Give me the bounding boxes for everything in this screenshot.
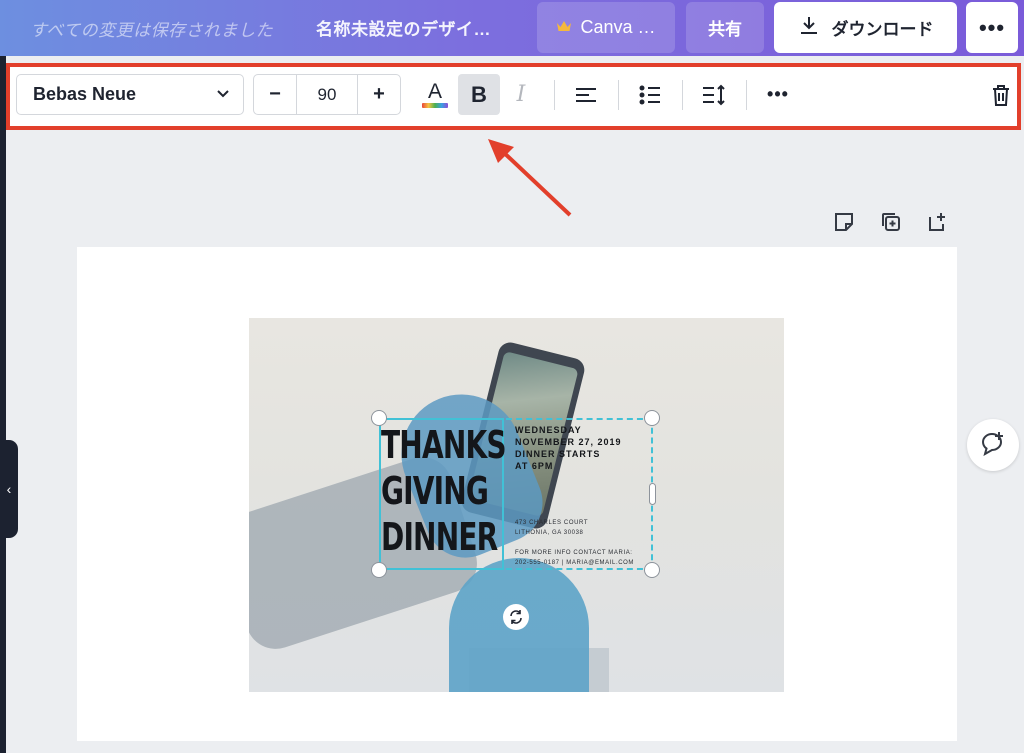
page-notes-icon[interactable]	[832, 210, 856, 234]
line-spacing-icon[interactable]	[693, 74, 735, 115]
increase-font-size-button[interactable]: +	[358, 75, 400, 114]
event-title-text[interactable]: THANKS GIVING DINNER	[381, 422, 507, 560]
comment-icon	[979, 430, 1007, 461]
font-family-value: Bebas Neue	[33, 84, 137, 104]
trash-icon[interactable]	[980, 74, 1022, 115]
resize-handle-bottom-left[interactable]	[371, 562, 387, 578]
download-icon	[798, 14, 820, 41]
font-family-dropdown[interactable]: Bebas Neue	[16, 74, 244, 115]
resize-handle-right[interactable]	[649, 483, 656, 505]
resize-handle-top-left[interactable]	[371, 410, 387, 426]
collapse-panel-button[interactable]: ‹	[0, 440, 18, 538]
font-size-stepper: − 90 +	[253, 74, 401, 115]
add-page-icon[interactable]	[926, 210, 950, 234]
color-swatch-bar	[422, 103, 448, 108]
canva-pro-label: Canva …	[580, 17, 656, 37]
italic-button[interactable]: I	[500, 74, 542, 115]
duplicate-page-icon[interactable]	[879, 210, 903, 234]
crown-icon	[556, 17, 572, 38]
decrease-font-size-button[interactable]: −	[254, 75, 296, 114]
bold-button[interactable]: B	[458, 74, 500, 115]
document-title[interactable]: 名称未設定のデザイ…	[316, 15, 491, 40]
toolbar-divider	[682, 80, 683, 110]
text-color-icon: A	[427, 80, 442, 103]
download-button[interactable]: ダウンロード	[774, 2, 957, 53]
more-text-options-button[interactable]: •••	[757, 74, 799, 115]
event-contact-text[interactable]: 473 CHARLES COURT LITHONIA, GA 30038 FOR…	[515, 518, 634, 568]
design-artwork[interactable]: THANKS GIVING DINNER WEDNESDAY NOVEMBER …	[249, 318, 784, 692]
chevron-down-icon	[215, 85, 231, 106]
font-size-input[interactable]: 90	[296, 75, 358, 114]
annotation-arrow-icon	[488, 139, 572, 217]
save-status: すべての変更は保存されました	[30, 21, 274, 40]
share-button[interactable]: 共有	[686, 2, 764, 53]
toolbar-divider	[746, 80, 747, 110]
add-comment-button[interactable]	[967, 419, 1019, 471]
resize-handle-top-right[interactable]	[644, 410, 660, 426]
rotate-icon[interactable]	[503, 604, 529, 630]
align-left-icon[interactable]	[565, 74, 607, 115]
toolbar-divider	[618, 80, 619, 110]
event-date-text[interactable]: WEDNESDAY NOVEMBER 27, 2019 DINNER START…	[515, 424, 622, 472]
more-options-button[interactable]: •••	[966, 2, 1018, 53]
download-label: ダウンロード	[831, 20, 934, 39]
left-panel-edge	[0, 56, 6, 753]
text-toolbar: Bebas Neue − 90 + A B I •••	[6, 63, 1021, 130]
resize-handle-bottom-right[interactable]	[644, 562, 660, 578]
bullet-list-icon[interactable]	[629, 74, 671, 115]
canva-pro-button[interactable]: Canva …	[537, 2, 675, 53]
top-bar: すべての変更は保存されました 名称未設定のデザイ… Canva … 共有 ダウン…	[0, 0, 1024, 56]
toolbar-divider	[554, 80, 555, 110]
text-color-button[interactable]: A	[414, 74, 456, 115]
